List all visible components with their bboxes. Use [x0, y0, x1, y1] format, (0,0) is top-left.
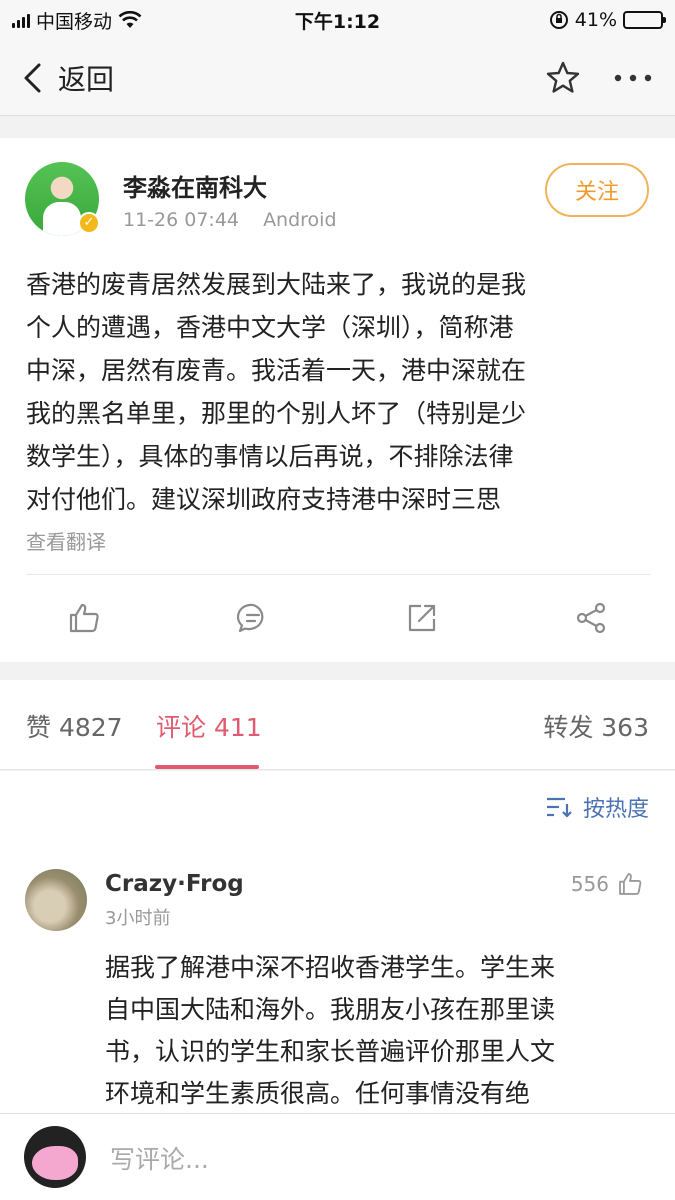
- orientation-lock-icon: [549, 11, 568, 29]
- commenter-name[interactable]: Crazy·Frog: [105, 871, 244, 897]
- more-icon[interactable]: [613, 73, 653, 83]
- interaction-tabs: 赞 4827 评论 411 转发 363: [0, 680, 675, 770]
- back-arrow-icon: [24, 63, 41, 92]
- commenter-avatar[interactable]: [25, 869, 87, 931]
- translate-link[interactable]: 查看翻译: [26, 526, 106, 555]
- wifi-icon: [118, 11, 142, 28]
- comment-icon[interactable]: [236, 601, 270, 635]
- post-card: ✓ 李淼在南科大 11-26 07:44 Android 关注 香港的废青居然发…: [0, 138, 675, 662]
- post-content-line: 中深，居然有废青。我活着一天，港中深就在: [26, 356, 527, 385]
- post-meta: 11-26 07:44 Android: [123, 209, 337, 231]
- author-name[interactable]: 李淼在南科大: [123, 168, 267, 203]
- post-source: Android: [263, 209, 337, 231]
- comment-text-line: 自中国大陆和海外。我朋友小孩在那里读: [105, 995, 556, 1024]
- comment-text-line: 书，认识的学生和家长普遍评价那里人文: [105, 1037, 556, 1066]
- follow-button[interactable]: 关注: [545, 163, 649, 217]
- sort-icon: [546, 797, 572, 818]
- divider: [26, 574, 650, 575]
- comment-text-line: 环境和学生素质很高。任何事情没有绝: [105, 1079, 531, 1108]
- post-content-line: 对付他们。建议深圳政府支持港中深时三思: [26, 485, 502, 514]
- like-icon: [619, 873, 642, 895]
- status-right: 41%: [549, 9, 666, 31]
- comment-time: 3小时前: [105, 908, 171, 929]
- carrier-label: 中国移动: [36, 10, 113, 33]
- comment-input[interactable]: 写评论...: [110, 1140, 209, 1176]
- post-content-line: 香港的废青居然发展到大陆来了，我说的是我: [26, 270, 527, 299]
- nav-actions: [545, 60, 653, 96]
- comment-like-count: 556: [570, 872, 609, 896]
- comment-text: 据我了解港中深不招收香港学生。学生来 自中国大陆和海外。我朋友小孩在那里读 书，…: [105, 947, 645, 1113]
- battery-percent: 41%: [574, 9, 617, 31]
- status-bar: 中国移动 下午1:12 41%: [0, 0, 675, 40]
- back-button[interactable]: 返回: [22, 58, 114, 98]
- comment-like-button[interactable]: 556: [571, 871, 643, 897]
- sort-label: 按热度: [582, 797, 649, 822]
- my-avatar: [24, 1126, 86, 1188]
- verified-badge-icon: ✓: [78, 212, 100, 234]
- tab-reposts[interactable]: 转发 363: [543, 708, 649, 744]
- post-actions: [0, 578, 675, 658]
- like-icon[interactable]: [67, 601, 101, 635]
- comment-text-line: 据我了解港中深不招收香港学生。学生来: [105, 953, 556, 982]
- post-content-line: 个人的遭遇，香港中文大学（深圳），简称港: [26, 313, 514, 342]
- comments-section: 按热度 Crazy·Frog 3小时前 556 据我了解港中深不招收香港学生。学…: [0, 771, 675, 1113]
- share-icon[interactable]: [574, 601, 608, 635]
- sort-button[interactable]: 按热度: [545, 791, 649, 823]
- repost-icon[interactable]: [405, 601, 439, 635]
- signal-icon: [12, 12, 30, 28]
- active-tab-indicator: [155, 765, 259, 769]
- battery-icon: [623, 11, 666, 29]
- post-content-line: 数学生），具体的事情以后再说，不排除法律: [26, 442, 514, 471]
- post-time: 11-26 07:44: [123, 209, 240, 231]
- nav-bar: 返回: [0, 40, 675, 116]
- post-content: 香港的废青居然发展到大陆来了，我说的是我 个人的遭遇，香港中文大学（深圳），简称…: [26, 263, 656, 521]
- reply-bar: 写评论...: [0, 1113, 675, 1200]
- star-icon[interactable]: [545, 60, 581, 96]
- tab-comments[interactable]: 评论 411: [156, 708, 262, 744]
- status-left: 中国移动: [12, 7, 142, 34]
- tab-likes[interactable]: 赞 4827: [26, 708, 123, 744]
- back-label: 返回: [58, 62, 115, 96]
- post-content-line: 我的黑名单里，那里的个别人坏了（特别是少: [26, 399, 527, 428]
